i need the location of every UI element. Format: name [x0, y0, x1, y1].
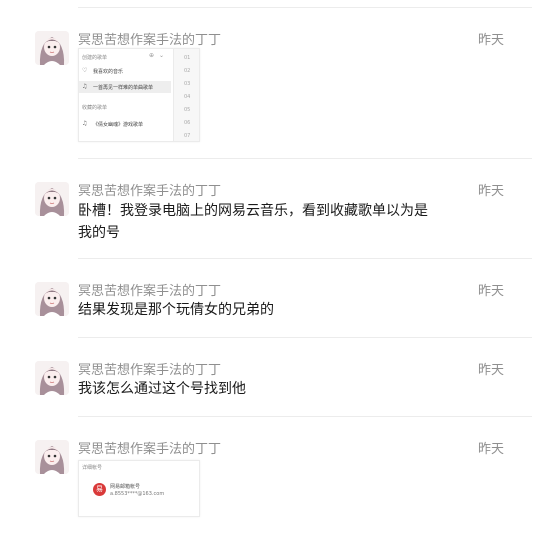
list-item: ♫ 一首再见一样难的单曲歌单	[79, 81, 171, 93]
message-time: 昨天	[477, 33, 504, 48]
screenshot-thumbnail[interactable]: 创建的歌单 ⊕ ⌄ ♡ 我喜欢的音乐 ♫ 一首再见一样难的单曲歌单 收藏的歌单 …	[78, 48, 200, 142]
track-number: 06	[184, 120, 191, 126]
avatar[interactable]	[35, 361, 69, 395]
divider	[78, 258, 532, 259]
music-note-icon: ♫	[82, 83, 88, 90]
track-number: 07	[184, 133, 191, 139]
track-number: 03	[184, 81, 191, 87]
section-label: 创建的歌单	[82, 55, 108, 61]
list-item-label: 一首再见一样难的单曲歌单	[93, 85, 154, 91]
avatar[interactable]	[35, 31, 69, 65]
message-time: 昨天	[477, 363, 504, 378]
divider	[78, 337, 532, 338]
sender-name[interactable]: 冥思苦想作案手法的丁丁	[78, 180, 221, 199]
track-number: 04	[184, 94, 191, 100]
track-number: 01	[184, 55, 191, 61]
list-item-label: 《倩女幽魂》游戏歌单	[93, 122, 144, 128]
list-item: ♫ 《倩女幽魂》游戏歌单	[79, 118, 171, 130]
divider	[78, 7, 532, 8]
message-text: 卧槽！我登录电脑上的网易云音乐，看到收藏歌单以为是我的号	[78, 203, 428, 241]
track-number: 05	[184, 107, 191, 113]
account-type: 网易邮箱帐号	[110, 484, 141, 490]
message-time: 昨天	[477, 284, 504, 299]
track-number-column: 01 02 03 04 05 06 07	[173, 49, 199, 141]
divider	[78, 416, 532, 417]
avatar[interactable]	[35, 182, 69, 216]
message-text: 结果发现是那个玩倩女的兄弟的	[78, 302, 274, 318]
heart-icon: ♡	[82, 67, 88, 74]
avatar[interactable]	[35, 282, 69, 316]
divider	[78, 158, 532, 159]
message-time: 昨天	[477, 442, 504, 457]
track-number: 02	[184, 68, 191, 74]
chevron-down-icon: ⌄	[159, 52, 165, 59]
netease-mail-icon: 易	[93, 483, 106, 496]
music-note-icon: ♫	[82, 120, 88, 127]
message-time: 昨天	[477, 184, 504, 199]
add-icon: ⊕	[149, 52, 155, 59]
avatar[interactable]	[35, 440, 69, 474]
screenshot-thumbnail[interactable]: 详细帐号 易 网易邮箱帐号 a.8553****@163.com	[78, 460, 200, 517]
sender-name[interactable]: 冥思苦想作案手法的丁丁	[78, 29, 221, 48]
sender-name[interactable]: 冥思苦想作案手法的丁丁	[78, 359, 221, 378]
sender-name[interactable]: 冥思苦想作案手法的丁丁	[78, 280, 221, 299]
sender-name[interactable]: 冥思苦想作案手法的丁丁	[78, 438, 221, 457]
list-item-label: 我喜欢的音乐	[93, 69, 124, 75]
section-label: 收藏的歌单	[82, 105, 108, 111]
section-label: 详细帐号	[82, 465, 103, 471]
account-email: a.8553****@163.com	[110, 491, 165, 497]
message-text: 我该怎么通过这个号找到他	[78, 381, 246, 397]
list-item: ♡ 我喜欢的音乐	[79, 65, 171, 77]
